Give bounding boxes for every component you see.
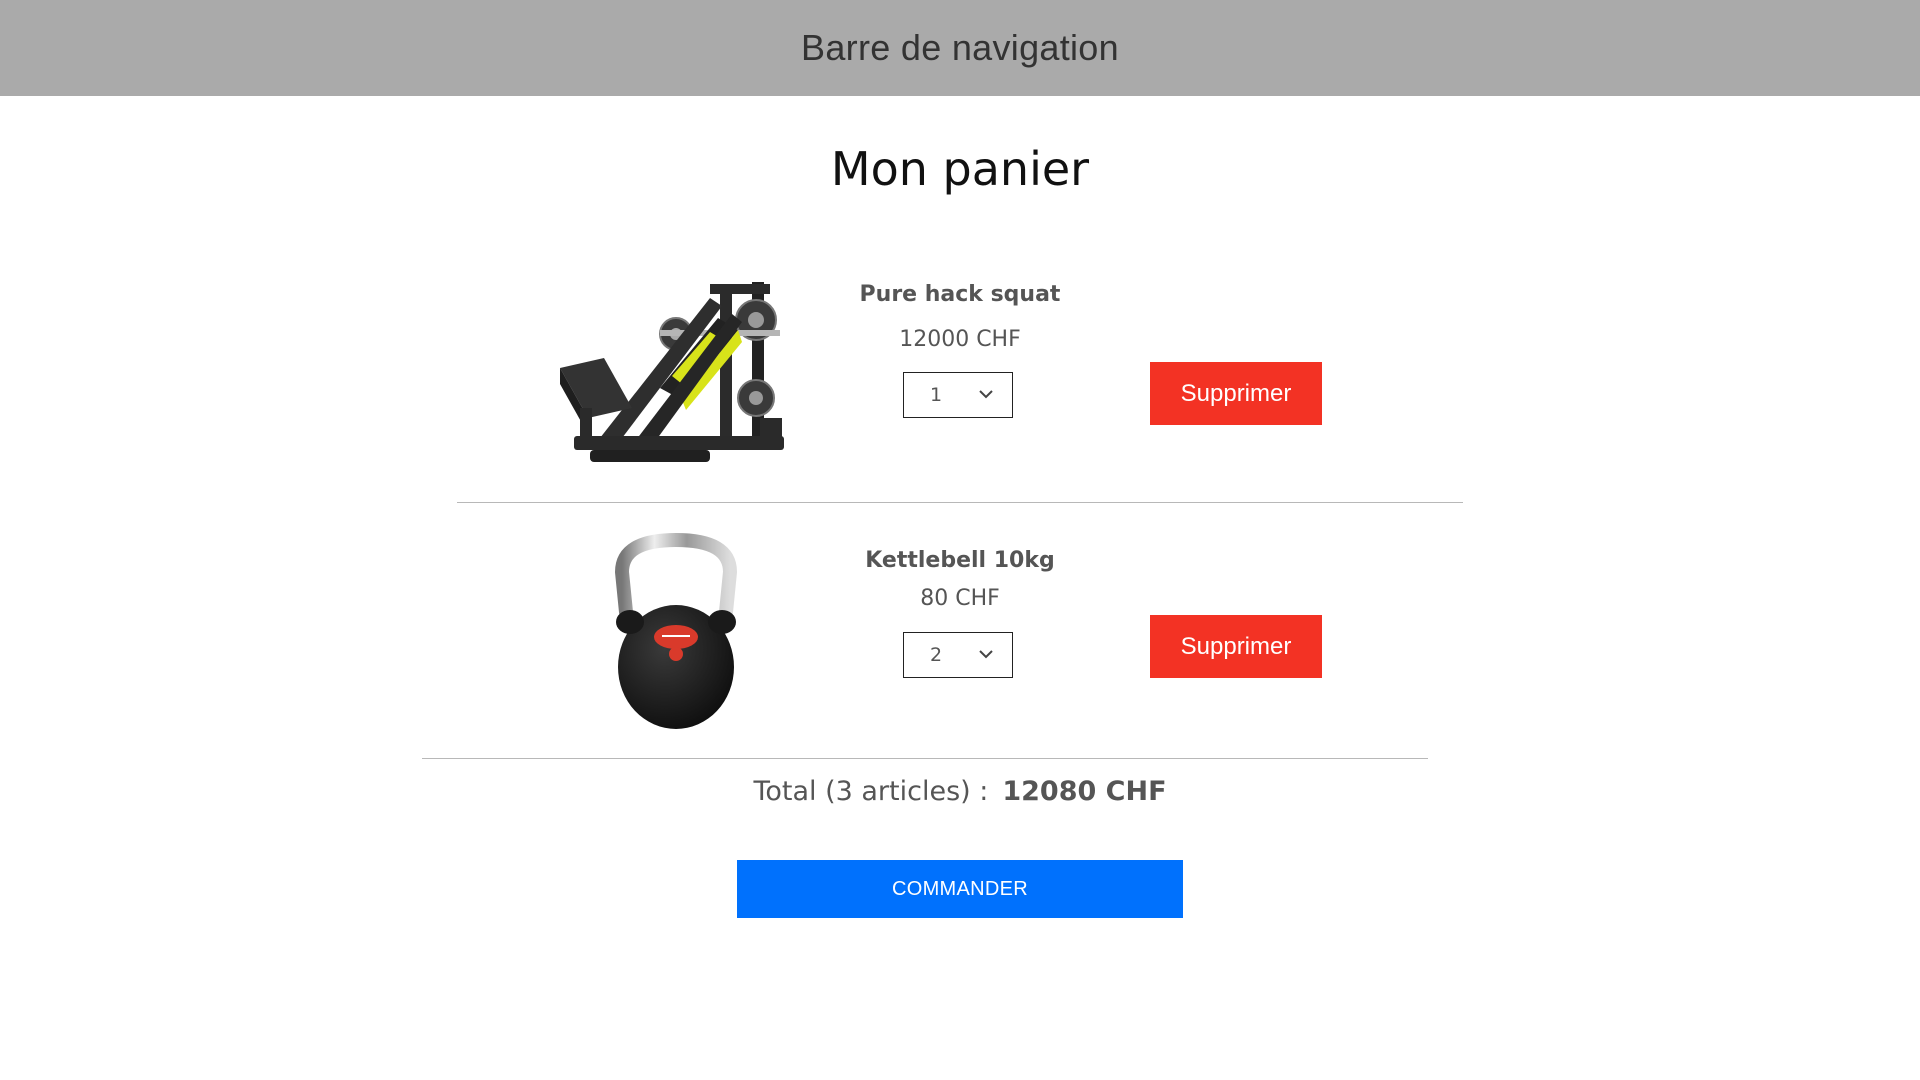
navbar: Barre de navigation (0, 0, 1920, 96)
quantity-value: 2 (930, 644, 943, 666)
divider (422, 758, 1428, 759)
order-button[interactable]: COMMANDER (737, 860, 1183, 918)
product-name: Kettlebell 10kg (865, 548, 1055, 573)
product-price: 80 CHF (920, 586, 1000, 611)
navbar-title: Barre de navigation (801, 27, 1119, 68)
product-info: Pure hack squat 12000 CHF (810, 280, 1110, 355)
hack-squat-machine-icon (560, 282, 784, 462)
cart-total: Total (3 articles) : 12080 CHF (0, 772, 1920, 812)
kettlebell-icon (614, 532, 738, 729)
cart-item: Pure hack squat 12000 CHF 1 Supprimer (0, 250, 1920, 480)
product-name: Pure hack squat (859, 282, 1061, 307)
chevron-down-icon (979, 650, 993, 659)
product-price: 12000 CHF (899, 327, 1021, 352)
delete-button[interactable]: Supprimer (1150, 615, 1322, 678)
chevron-down-icon (979, 390, 993, 399)
total-label: Total (3 articles) : (753, 776, 989, 807)
page-title: Mon panier (830, 142, 1090, 196)
product-image (600, 532, 752, 732)
quantity-select[interactable]: 2 (903, 632, 1013, 678)
quantity-select[interactable]: 1 (903, 372, 1013, 418)
divider (457, 502, 1463, 503)
product-image (560, 258, 792, 480)
quantity-value: 1 (930, 384, 943, 406)
product-info: Kettlebell 10kg 80 CHF (810, 546, 1110, 614)
total-amount: 12080 CHF (1002, 776, 1167, 807)
delete-button[interactable]: Supprimer (1150, 362, 1322, 425)
cart-item: Kettlebell 10kg 80 CHF 2 Supprimer (0, 516, 1920, 746)
